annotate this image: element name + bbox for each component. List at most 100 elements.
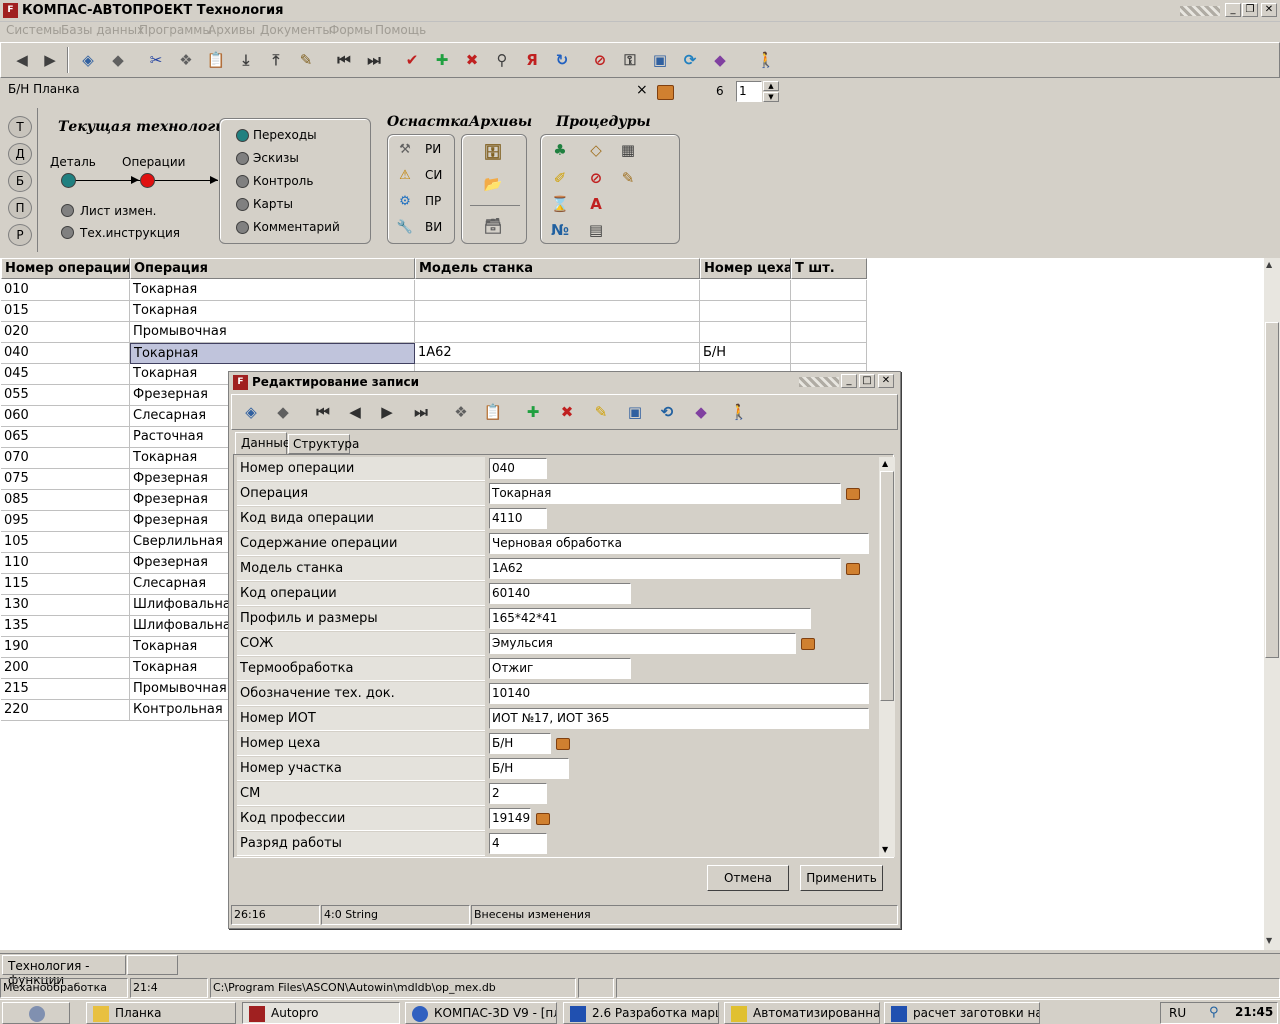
menu-help[interactable]: Помощь <box>375 23 426 37</box>
spin-up-icon[interactable]: ▲ <box>763 81 779 91</box>
paste-icon[interactable]: 📋 <box>203 47 229 73</box>
option-sketches[interactable]: Эскизы <box>253 151 299 165</box>
fixture-icon[interactable]: ⚙ <box>393 191 417 211</box>
tooling-si[interactable]: СИ <box>425 168 442 182</box>
lookup-book-icon[interactable] <box>536 813 550 825</box>
field-input[interactable]: 4 <box>489 833 547 854</box>
cell-op-number[interactable]: 095 <box>1 511 130 532</box>
minimize-button[interactable]: _ <box>1225 3 1241 17</box>
option-comment-radio[interactable] <box>236 221 249 234</box>
cell-operation[interactable]: Промывочная <box>130 322 415 343</box>
archive-folder-icon[interactable]: 📂 <box>480 171 506 197</box>
menu-documents[interactable]: Документы <box>260 23 332 37</box>
field-input[interactable]: 4110 <box>489 508 547 529</box>
hourglass-icon[interactable]: ⌛ <box>547 191 573 217</box>
lookup-book-icon[interactable] <box>556 738 570 750</box>
field-input[interactable]: 040 <box>489 458 547 479</box>
option-comment[interactable]: Комментарий <box>253 220 340 234</box>
spin-down-icon[interactable]: ▼ <box>763 92 779 102</box>
col-header-shop[interactable]: Номер цеха <box>700 258 791 279</box>
tab-data[interactable]: Данные <box>235 432 290 454</box>
mark-icon[interactable]: ✔ <box>399 47 425 73</box>
cell-shop[interactable]: Б/Н <box>700 343 791 364</box>
option-control-radio[interactable] <box>236 175 249 188</box>
field-input[interactable]: 165*42*41 <box>489 608 811 629</box>
lookup-book-icon[interactable] <box>846 563 860 575</box>
frames-icon[interactable]: ◇ <box>583 137 609 163</box>
tree-icon[interactable]: ♣ <box>547 137 573 163</box>
tab-tech-functions[interactable]: Технология - функции <box>2 955 126 987</box>
operations-node[interactable] <box>140 173 155 188</box>
cell-op-number[interactable]: 200 <box>1 658 130 679</box>
edit-icon[interactable]: ✎ <box>293 47 319 73</box>
dlg-back-icon[interactable]: ⟲ <box>654 399 680 425</box>
archive-cabinet-icon[interactable]: 🗄 <box>480 139 506 165</box>
delete-record-icon[interactable]: ✖ <box>459 47 485 73</box>
option-transitions-radio[interactable] <box>236 129 249 142</box>
measuring-tool-icon[interactable]: ⚠ <box>393 165 417 185</box>
cell-time[interactable] <box>791 322 867 343</box>
dlg-first-icon[interactable]: ⏮ <box>310 399 336 425</box>
spellcheck-icon[interactable]: А <box>583 191 609 217</box>
sort-replace-icon[interactable]: ↻ <box>549 47 575 73</box>
language-indicator[interactable]: RU <box>1169 1006 1186 1020</box>
field-input[interactable]: Токарная <box>489 483 841 504</box>
cell-machine[interactable] <box>415 280 700 301</box>
cell-op-number[interactable]: 190 <box>1 637 130 658</box>
sheet-radio[interactable] <box>61 204 74 217</box>
taskbar-item-doc2[interactable]: Автоматизированная... <box>724 1002 880 1024</box>
taskbar-item-doc1[interactable]: 2.6 Разработка марш... <box>563 1002 719 1024</box>
tooling-pr[interactable]: ПР <box>425 194 441 208</box>
dlg-prev-icon[interactable]: ◀ <box>342 399 368 425</box>
cell-shop[interactable] <box>700 322 791 343</box>
find-icon[interactable]: ⚲ <box>489 47 515 73</box>
col-header-time[interactable]: Т шт. <box>791 258 867 279</box>
key-icon[interactable]: ⚿ <box>617 47 643 73</box>
cell-operation[interactable]: Токарная <box>130 301 415 322</box>
dialog-minimize-button[interactable]: _ <box>841 374 857 388</box>
field-input[interactable]: Б/Н <box>489 733 551 754</box>
cell-time[interactable] <box>791 343 867 364</box>
restore-button[interactable]: ❐ <box>1242 3 1258 17</box>
instr-radio[interactable] <box>61 226 74 239</box>
cell-op-number[interactable]: 065 <box>1 427 130 448</box>
close-button[interactable]: ✕ <box>1261 3 1277 17</box>
field-input[interactable]: Б/Н <box>489 758 569 779</box>
eraser-icon[interactable]: ◆ <box>707 47 733 73</box>
cell-shop[interactable] <box>700 280 791 301</box>
cell-time[interactable] <box>791 301 867 322</box>
dlg-uncheck-icon[interactable]: ◆ <box>270 399 296 425</box>
col-header-machine[interactable]: Модель станка <box>415 258 700 279</box>
fields-scroll-up-icon[interactable]: ▲ <box>882 459 888 468</box>
dlg-add-icon[interactable]: ✚ <box>520 399 546 425</box>
sort-az-icon[interactable]: Я <box>519 47 545 73</box>
cell-op-number[interactable]: 135 <box>1 616 130 637</box>
option-transitions[interactable]: Переходы <box>253 128 317 142</box>
number-icon[interactable]: № <box>547 217 573 243</box>
cell-machine[interactable] <box>415 322 700 343</box>
menu-forms[interactable]: Формы <box>329 23 373 37</box>
field-input[interactable]: 60140 <box>489 583 631 604</box>
cell-operation[interactable]: Токарная <box>130 280 415 301</box>
detail-node[interactable] <box>61 173 76 188</box>
menu-archives[interactable]: Архивы <box>208 23 255 37</box>
book-icon[interactable]: ▣ <box>647 47 673 73</box>
fields-scroll-down-icon[interactable]: ▼ <box>882 845 888 854</box>
dlg-book-icon[interactable]: ▣ <box>622 399 648 425</box>
field-input[interactable]: 10140 <box>489 683 869 704</box>
tooling-ri[interactable]: РИ <box>425 142 441 156</box>
field-input[interactable]: 2 <box>489 783 547 804</box>
aux-tool-icon[interactable]: 🔧 <box>393 217 417 237</box>
scroll-down-icon[interactable]: ▼ <box>1266 936 1272 945</box>
cut-icon[interactable]: ✂ <box>143 47 169 73</box>
uncheck-icon[interactable]: ◆ <box>105 47 131 73</box>
table-layout-icon[interactable]: ▤ <box>583 217 609 243</box>
dlg-last-icon[interactable]: ⏭ <box>408 399 434 425</box>
taskbar-item-folder[interactable]: Планка <box>86 1002 236 1024</box>
grid-scrollbar[interactable]: ▲ ▼ <box>1264 258 1280 950</box>
cell-op-number[interactable]: 045 <box>1 364 130 385</box>
taskbar-item-kompas[interactable]: КОМПАС-3D V9 - [пла... <box>405 1002 557 1024</box>
notebook-edit-icon[interactable]: ✎ <box>615 165 641 191</box>
dlg-paste-icon[interactable]: 📋 <box>480 399 506 425</box>
cell-time[interactable] <box>791 280 867 301</box>
